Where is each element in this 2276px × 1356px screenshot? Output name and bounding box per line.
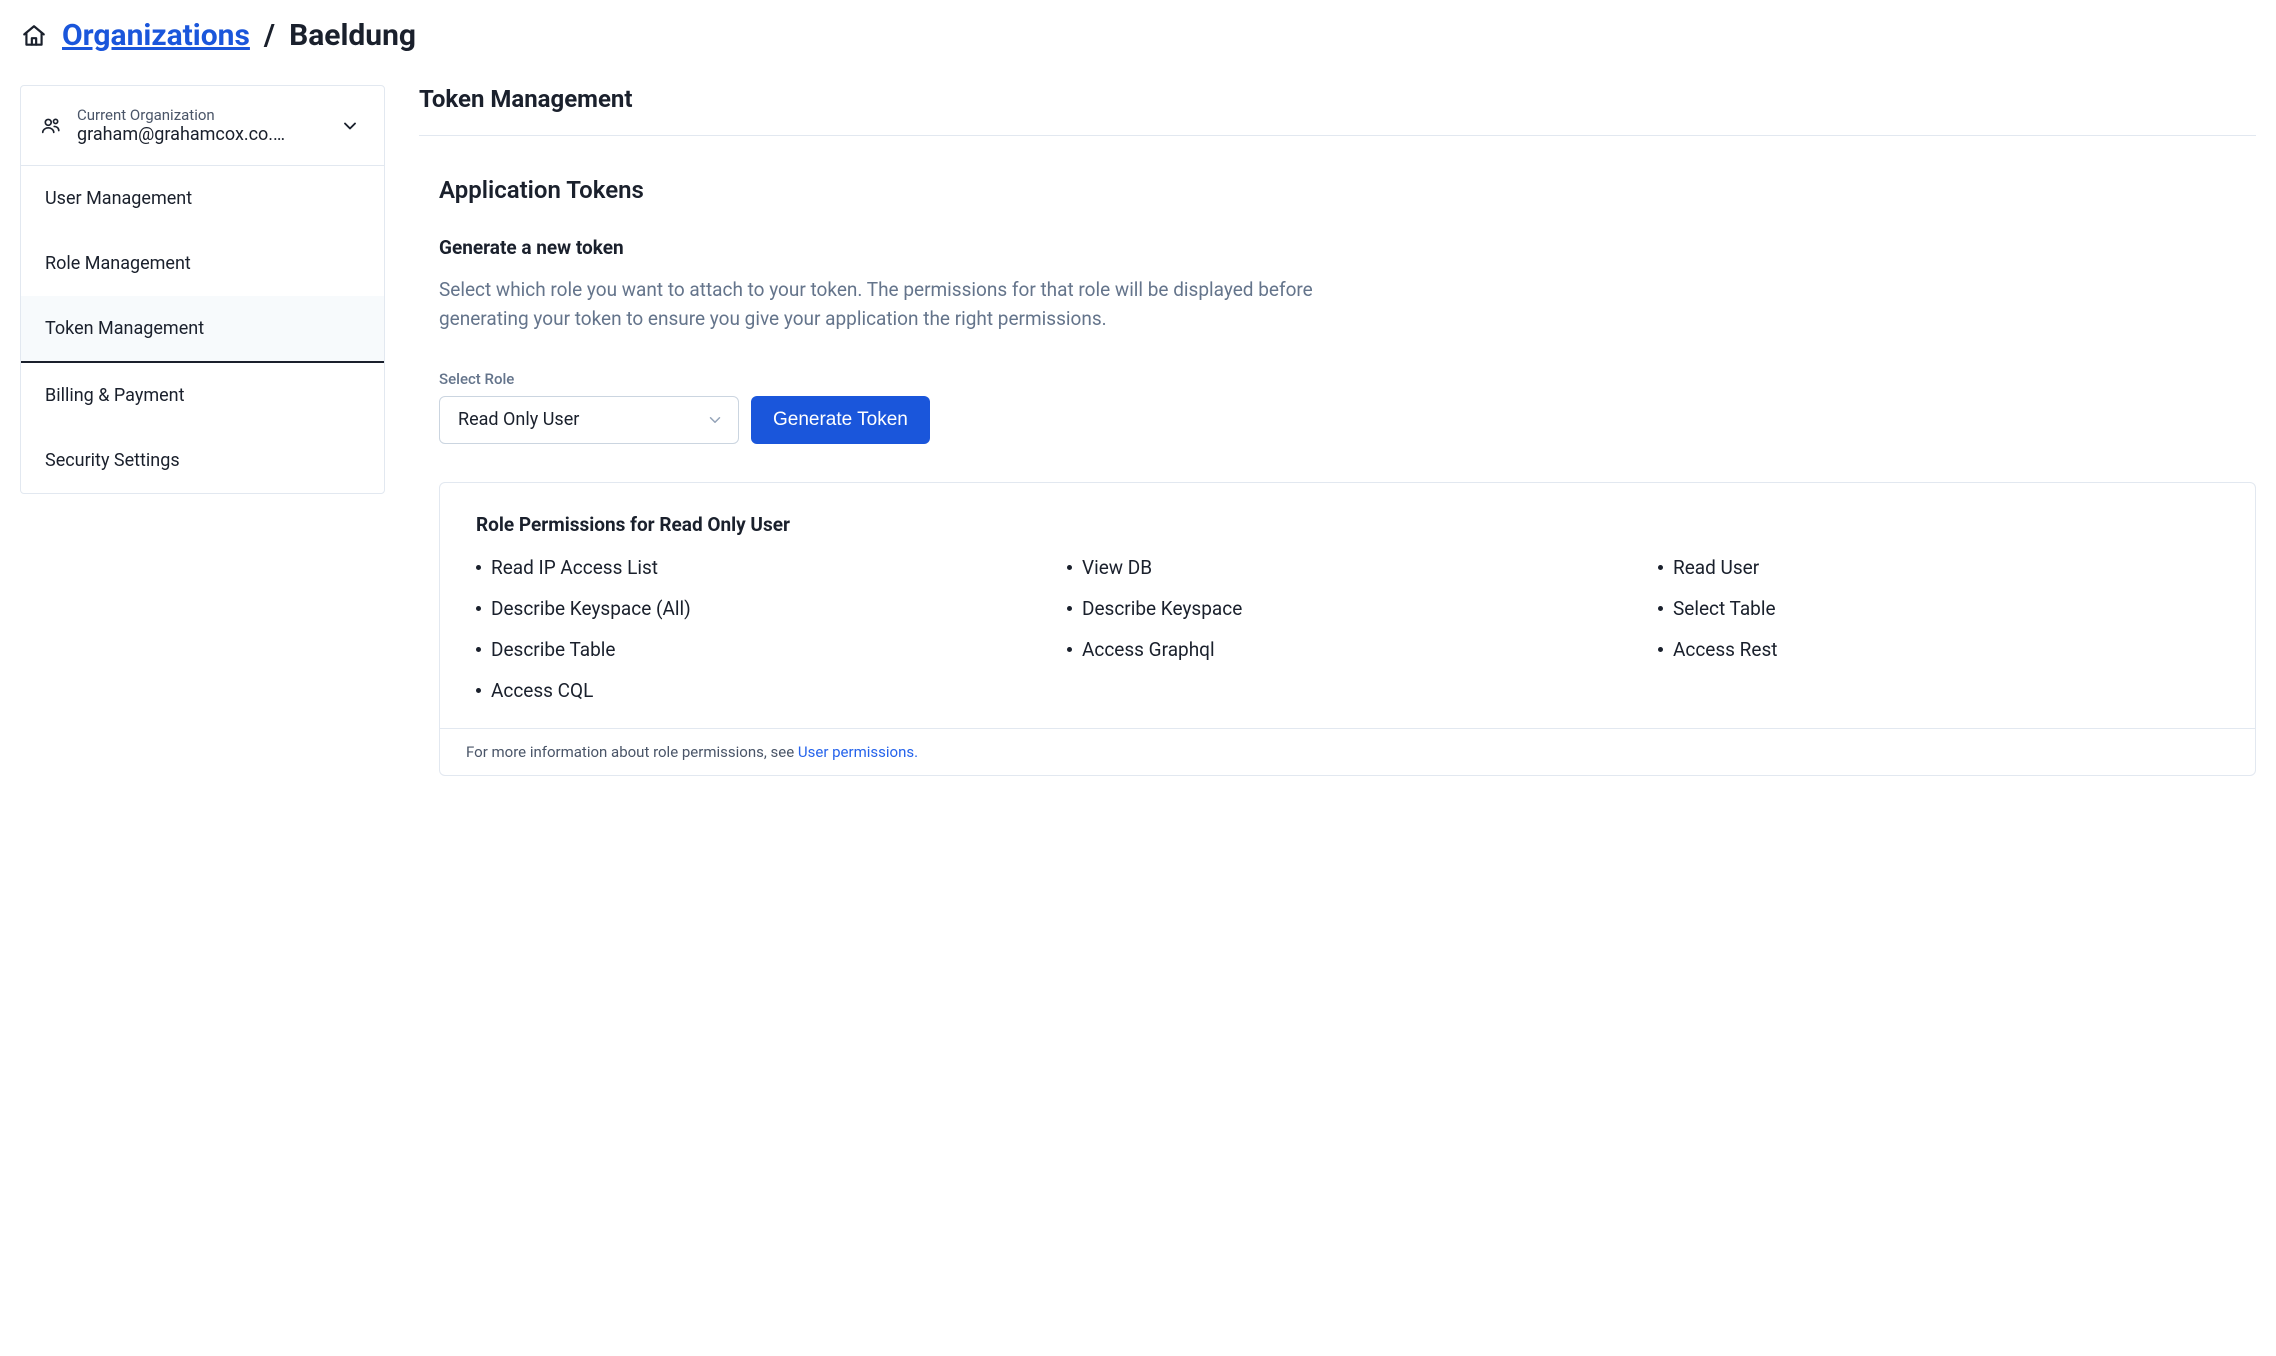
role-permissions-footer: For more information about role permissi… — [440, 728, 2255, 775]
sidebar: Current Organization graham@grahamcox.co… — [20, 85, 385, 494]
chevron-down-icon — [340, 116, 360, 136]
people-icon — [39, 114, 63, 138]
home-icon[interactable] — [20, 22, 48, 50]
permission-item: Describe Keyspace (All) — [476, 597, 1037, 620]
user-permissions-link[interactable]: User permissions. — [798, 743, 918, 761]
permission-item: Describe Keyspace — [1067, 597, 1628, 620]
permission-item: View DB — [1067, 556, 1628, 579]
generate-token-help-text: Select which role you want to attach to … — [439, 275, 1399, 334]
footer-text: For more information about role permissi… — [466, 743, 798, 761]
permission-item: Access Rest — [1658, 638, 2219, 661]
role-permissions-title: Role Permissions for Read Only User — [476, 513, 2219, 536]
org-selector-value: graham@grahamcox.co.… — [77, 124, 285, 145]
permission-item: Access CQL — [476, 679, 1037, 702]
sidebar-item-user-management[interactable]: User Management — [21, 166, 384, 231]
sidebar-item-token-management[interactable]: Token Management — [21, 296, 384, 363]
breadcrumb-organizations-link[interactable]: Organizations — [62, 18, 250, 53]
sidebar-item-billing-payment[interactable]: Billing & Payment — [21, 363, 384, 428]
role-permissions-list: Read IP Access List View DB Read User De… — [476, 556, 2219, 702]
sidebar-item-security-settings[interactable]: Security Settings — [21, 428, 384, 493]
org-selector-label: Current Organization — [77, 106, 285, 124]
permission-item: Describe Table — [476, 638, 1037, 661]
page-title: Token Management — [419, 85, 2256, 136]
breadcrumb-current: Baeldung — [289, 18, 416, 53]
generate-token-heading: Generate a new token — [439, 236, 2256, 259]
sidebar-item-role-management[interactable]: Role Management — [21, 231, 384, 296]
breadcrumb-separator: / — [264, 18, 275, 53]
select-role-value: Read Only User — [458, 409, 579, 430]
permission-item: Select Table — [1658, 597, 2219, 620]
permission-item: Read User — [1658, 556, 2219, 579]
permission-item: Read IP Access List — [476, 556, 1037, 579]
permission-item: Access Graphql — [1067, 638, 1628, 661]
select-role-label: Select Role — [439, 370, 2256, 388]
main-content: Token Management Application Tokens Gene… — [419, 85, 2256, 776]
breadcrumb: Organizations / Baeldung — [20, 18, 2256, 53]
org-selector[interactable]: Current Organization graham@grahamcox.co… — [21, 86, 384, 166]
generate-token-button[interactable]: Generate Token — [751, 396, 930, 444]
chevron-down-icon — [706, 411, 724, 429]
select-role-dropdown[interactable]: Read Only User — [439, 396, 739, 444]
role-permissions-card: Role Permissions for Read Only User Read… — [439, 482, 2256, 776]
section-title-application-tokens: Application Tokens — [439, 176, 2256, 204]
